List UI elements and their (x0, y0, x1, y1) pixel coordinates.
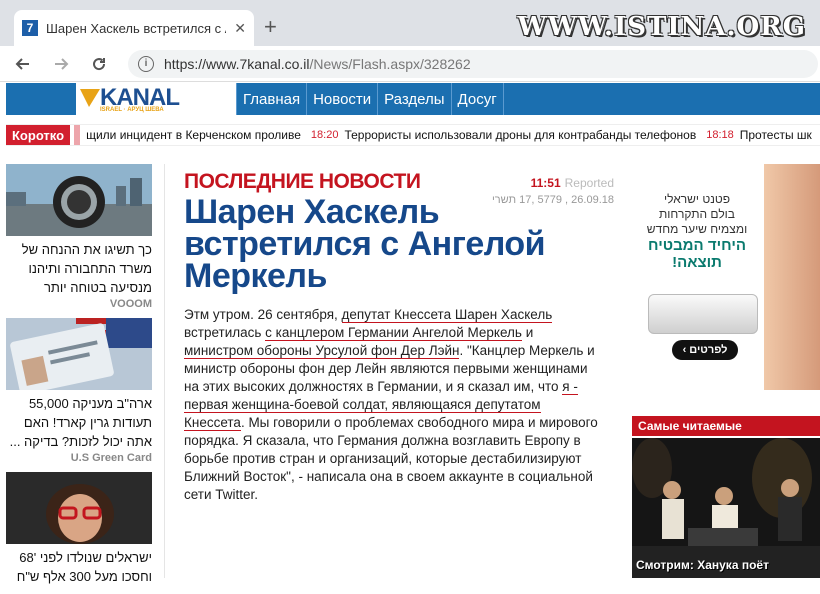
info-icon[interactable]: i (138, 55, 154, 72)
browser-tab[interactable]: 7 Шарен Хаскель встретился с Анге ✕ (14, 10, 254, 46)
ad-text: פטנט ישראלי בולם התקרחות ומצמיח שיער מחד… (646, 192, 748, 271)
promoted-story[interactable]: ארה"ב מעניקה 55,000 תעודות גרין קארד! הא… (6, 318, 152, 464)
address-bar[interactable]: i https://www.7kanal.co.il/News/Flash.as… (128, 49, 818, 78)
ticker-label[interactable]: Коротко (6, 125, 71, 145)
forward-button[interactable] (46, 49, 76, 79)
site-logo[interactable]: KANAL ISRAEL · АРУЦ ШЕВА (76, 83, 236, 115)
most-read-video[interactable]: Смотрим: Ханука поёт (632, 438, 820, 578)
article-headline: Шарен Хаскель встретился с Ангелой Мерке… (184, 193, 546, 295)
reload-button[interactable] (84, 49, 114, 79)
story-image-greencard[interactable] (6, 318, 152, 390)
promoted-column: כך תשיגו את ההנחה של משרד התחבורה ותיהנו… (6, 164, 152, 594)
story-text[interactable]: כך תשיגו את ההנחה של משרד התחבורה ותיהנו… (6, 236, 152, 297)
close-tab-icon[interactable]: ✕ (234, 20, 246, 37)
menu-item-sections[interactable]: Разделы (377, 83, 450, 115)
most-read-header[interactable]: Самые читаемые (632, 416, 820, 436)
ticker-item[interactable]: Террористы использовали дроны для контра… (344, 128, 696, 142)
video-caption[interactable]: Смотрим: Ханука поёт (636, 558, 769, 572)
browser-tabstrip: 7 Шарен Хаскель встретился с Анге ✕ + WW… (0, 0, 820, 46)
link-chancellor[interactable]: с канцлером Германии Ангелой Меркель (265, 325, 522, 341)
browser-toolbar: i https://www.7kanal.co.il/News/Flash.as… (0, 46, 820, 82)
new-tab-button[interactable]: + (264, 14, 277, 40)
ticker-separator (74, 125, 81, 145)
tab-title: Шарен Хаскель встретился с Анге (46, 20, 226, 36)
story-image-woman[interactable] (6, 472, 152, 544)
main-menu: Главная Новости Разделы Досуг (236, 83, 504, 115)
article-meta: 11:51 Reported 26.09.18 , 5779 ,17 תשרי (464, 174, 614, 206)
advertisement[interactable]: פטנט ישראלי בולם התקרחות ומצמיח שיער מחד… (632, 164, 820, 390)
forward-arrow-icon (55, 57, 69, 70)
menu-item-leisure[interactable]: Досуг (450, 83, 504, 115)
news-ticker: Коротко щили инцидент в Керченском проли… (6, 124, 820, 146)
story-image-car[interactable] (6, 164, 152, 236)
article-time: 11:51 (530, 176, 561, 190)
logo-mark-icon (80, 89, 100, 107)
ticker-time: 18:20 (310, 129, 339, 141)
link-mk[interactable]: депутат Кнессета Шарен Хаскель (341, 307, 553, 323)
ticker-item[interactable]: щили инцидент в Керченском проливе (86, 128, 301, 142)
ad-product-image (648, 294, 758, 334)
reload-icon (93, 57, 106, 70)
back-arrow-icon (15, 57, 29, 70)
site-favicon: 7 (22, 20, 38, 36)
site-nav-bar: KANAL ISRAEL · АРУЦ ШЕВА Главная Новости… (6, 83, 820, 115)
story-text[interactable]: ישראלים שנולדו לפני '68 וחסכו מעל 300 אל… (6, 544, 152, 586)
article-body: Этм утром. 26 сентября, депутат Кнессета… (184, 307, 598, 502)
link-defense-minister[interactable]: министром обороны Урсулой фон Дер Лэйн (184, 343, 460, 359)
reported-label: Reported (564, 176, 614, 190)
story-source: U.S Green Card (70, 452, 152, 464)
story-text[interactable]: ארה"ב מעניקה 55,000 תעודות גרין קארד! הא… (6, 390, 152, 451)
ad-details-button[interactable]: לפרטים › (672, 340, 738, 360)
menu-item-home[interactable]: Главная (236, 83, 306, 115)
ticker-item[interactable]: Протесты шк (740, 128, 812, 142)
column-divider (164, 164, 165, 578)
back-button[interactable] (8, 49, 38, 79)
article: ПОСЛЕДНИЕ НОВОСТИ 11:51 Reported 26.09.18… (184, 170, 614, 504)
promoted-story[interactable]: כך תשיגו את ההנחה של משרד התחבורה ותיהנו… (6, 164, 152, 310)
url-text[interactable]: https://www.7kanal.co.il/News/Flash.aspx… (164, 56, 471, 72)
ad-person-image (764, 164, 820, 390)
promoted-story[interactable]: ישראלים שנולדו לפני '68 וחסכו מעל 300 אל… (6, 472, 152, 586)
story-source: VOOOM (109, 298, 152, 310)
menu-item-news[interactable]: Новости (306, 83, 377, 115)
ticker-time: 18:18 (706, 129, 734, 141)
article-date: 26.09.18 , 5779 ,17 תשרי (491, 194, 614, 206)
watermark: WWW.ISTINA.ORG (517, 12, 806, 42)
